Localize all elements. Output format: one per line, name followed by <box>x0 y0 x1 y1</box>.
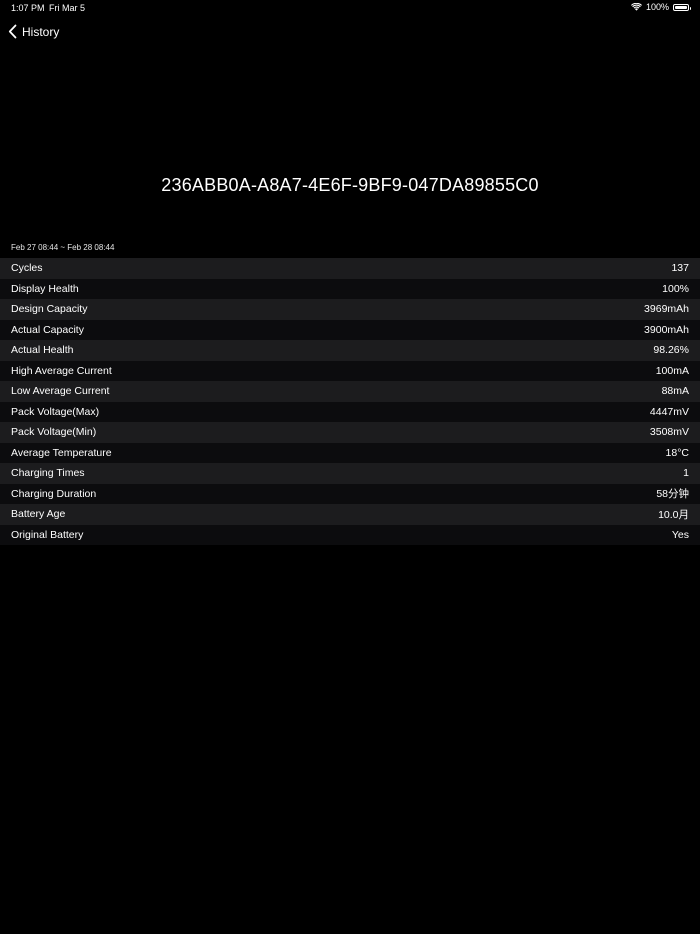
stat-label: Low Average Current <box>11 385 110 398</box>
stat-label: Cycles <box>11 262 43 275</box>
stat-label: Charging Times <box>11 467 85 480</box>
stat-row-actual-capacity: Actual Capacity 3900mAh <box>0 319 700 340</box>
stat-row-battery-age: Battery Age 10.0月 <box>0 504 700 525</box>
stat-label: Pack Voltage(Min) <box>11 426 97 439</box>
status-bar: 1:07 PM Fri Mar 5 100% <box>0 0 700 18</box>
stat-label: High Average Current <box>11 364 112 377</box>
status-indicators: 100% <box>630 2 691 12</box>
stat-row-high-average-current: High Average Current 100mA <box>0 360 700 381</box>
stat-row-original-battery: Original Battery Yes <box>0 524 700 545</box>
battery-percent: 100% <box>645 2 669 12</box>
back-button[interactable]: History <box>8 24 59 39</box>
stat-row-design-capacity: Design Capacity 3969mAh <box>0 299 700 320</box>
chevron-left-icon <box>8 24 17 39</box>
stat-value: 3508mV <box>649 426 689 439</box>
stat-row-pack-voltage-min: Pack Voltage(Min) 3508mV <box>0 422 700 443</box>
stat-row-pack-voltage-max: Pack Voltage(Max) 4447mV <box>0 401 700 422</box>
battery-icon <box>673 3 691 11</box>
device-id-title: 236ABB0A-A8A7-4E6F-9BF9-047DA89855C0 <box>161 175 539 195</box>
stat-value: 10.0月 <box>658 508 689 521</box>
stat-label: Pack Voltage(Max) <box>11 405 100 418</box>
stat-label: Battery Age <box>11 508 66 521</box>
stat-row-low-average-current: Low Average Current 88mA <box>0 381 700 402</box>
stat-row-cycles: Cycles 137 <box>0 258 700 279</box>
stat-row-actual-health: Actual Health 98.26% <box>0 340 700 361</box>
battery-stats-table: Cycles 137 Display Health 100% Design Ca… <box>0 258 700 545</box>
stat-value: 137 <box>671 262 689 275</box>
stat-value: 100% <box>662 282 689 295</box>
stat-value: 1 <box>683 467 689 480</box>
wifi-icon <box>630 3 642 11</box>
stat-value: 100mA <box>655 364 689 377</box>
stat-label: Average Temperature <box>11 446 112 459</box>
stat-value: 3969mAh <box>644 303 689 316</box>
stat-row-average-temperature: Average Temperature 18°C <box>0 442 700 463</box>
stat-value: 4447mV <box>649 405 689 418</box>
stat-row-display-health: Display Health 100% <box>0 278 700 299</box>
stat-label: Actual Capacity <box>11 323 84 336</box>
stat-value: Yes <box>671 528 689 541</box>
status-date: Fri Mar 5 <box>49 3 85 13</box>
battery-nub <box>689 6 691 10</box>
stat-label: Display Health <box>11 282 79 295</box>
back-button-label: History <box>22 24 60 39</box>
stat-value: 88mA <box>661 385 689 398</box>
battery-fill <box>675 5 687 9</box>
stat-label: Design Capacity <box>11 303 88 316</box>
stat-row-charging-times: Charging Times 1 <box>0 463 700 484</box>
stat-value: 58分钟 <box>656 488 689 501</box>
date-range: Feb 27 08:44 ~ Feb 28 08:44 <box>11 243 115 252</box>
stat-value: 18°C <box>665 446 689 459</box>
stat-value: 3900mAh <box>644 323 689 336</box>
stat-label: Actual Health <box>11 344 74 357</box>
status-time: 1:07 PM <box>11 3 45 13</box>
stat-row-charging-duration: Charging Duration 58分钟 <box>0 483 700 504</box>
stat-label: Charging Duration <box>11 487 97 500</box>
stat-label: Original Battery <box>11 528 84 541</box>
stat-value: 98.26% <box>653 344 689 357</box>
